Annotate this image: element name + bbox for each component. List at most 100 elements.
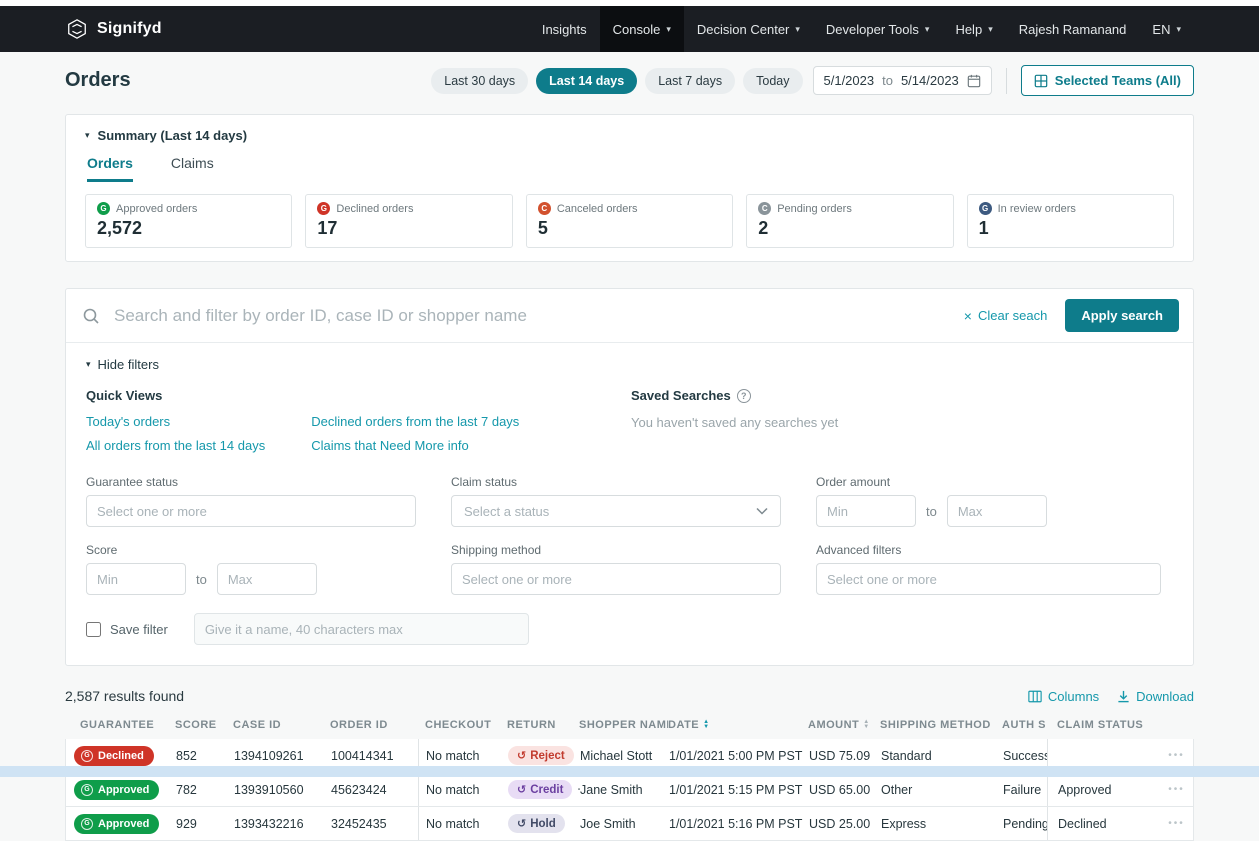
date-separator: to (882, 73, 893, 88)
collapse-arrow-icon: ▾ (85, 130, 90, 141)
stat-value: 2 (758, 218, 941, 239)
date-cell: 1/01/2021 5:16 PM PST (669, 817, 809, 831)
header-amount-sortable[interactable]: AMOUNT ▲▼ (808, 719, 880, 731)
header-claim-status: CLAIM STATUS (1047, 719, 1157, 731)
guarantee-g-icon: G (81, 750, 93, 762)
filters-area: ▾ Hide filters Quick Views Today's order… (66, 343, 1193, 665)
sort-icon[interactable]: ▲▼ (703, 720, 709, 730)
order-amount-min-input[interactable] (816, 495, 916, 527)
row-actions-menu[interactable]: ••• (1158, 818, 1195, 829)
table-row[interactable]: GApproved 929 1393432216 32452435 No mat… (65, 807, 1194, 841)
columns-button[interactable]: Columns (1028, 689, 1099, 704)
checkout-cell: No match (419, 817, 508, 831)
date-from[interactable]: 5/1/2023 (824, 73, 875, 88)
tab-orders[interactable]: Orders (87, 155, 133, 182)
nav-developer-tools[interactable]: Developer Tools▾ (813, 6, 943, 52)
return-credit-badge: ↺Credit (508, 780, 572, 799)
header-date-sortable[interactable]: DATE ▲▼ (668, 719, 808, 731)
brand-name: Signifyd (97, 20, 162, 38)
guarantee-declined-badge: GDeclined (74, 746, 154, 766)
signifyd-logo[interactable]: Signifyd (66, 18, 162, 40)
date-cell: 1/01/2021 5:15 PM PST (669, 783, 809, 797)
filter-name-input[interactable] (194, 613, 529, 645)
to-label: to (926, 504, 937, 519)
range-pill-last-30-days[interactable]: Last 30 days (431, 68, 528, 94)
nav-help[interactable]: Help▾ (942, 6, 1005, 52)
quick-view-all-orders-14-days[interactable]: All orders from the last 14 days (86, 438, 265, 453)
date-range-picker[interactable]: 5/1/2023 to 5/14/2023 (813, 66, 992, 95)
save-filter-checkbox[interactable] (86, 622, 101, 637)
guarantee-g-icon: G (81, 818, 93, 830)
shipping-method-label: Shipping method (451, 543, 781, 557)
nav-decision-center[interactable]: Decision Center▾ (684, 6, 813, 52)
guarantee-cell: GApproved (66, 780, 176, 800)
quick-view-claims-need-info[interactable]: Claims that Need More info (311, 438, 519, 453)
divider (1006, 68, 1007, 94)
clear-search-button[interactable]: × Clear seach (964, 308, 1048, 323)
claim-status-cell: Approved (1048, 783, 1158, 797)
info-icon[interactable]: ? (737, 389, 751, 403)
table-header-row: GUARANTEE SCORE CASE ID ORDER ID CHECKOU… (65, 712, 1194, 739)
guarantee-cell: GDeclined (66, 746, 176, 766)
download-button[interactable]: Download (1117, 689, 1194, 704)
score-min-input[interactable] (86, 563, 186, 595)
filter-grid: Guarantee status Claim status Select a s… (86, 475, 1173, 595)
guarantee-declined-icon: G (317, 202, 330, 215)
date-cell: 1/01/2021 5:00 PM PST (669, 749, 809, 763)
date-range-pills: Last 30 days Last 14 days Last 7 days To… (431, 68, 802, 94)
shipping-method-field: Shipping method (451, 543, 781, 595)
nav-console[interactable]: Console▾ (600, 6, 684, 52)
header-shipping-method: SHIPPING METHOD (880, 719, 1002, 731)
header-return: RETURN (507, 719, 579, 731)
summary-collapse-toggle[interactable]: ▾ Summary (Last 14 days) (85, 128, 1174, 143)
apply-search-button[interactable]: Apply search (1065, 299, 1179, 332)
guarantee-status-input[interactable] (86, 495, 416, 527)
sort-icon[interactable]: ▲▼ (863, 720, 869, 730)
quick-views: Quick Views Today's orders All orders fr… (86, 388, 631, 453)
search-panel: × Clear seach Apply search ▾ Hide filter… (65, 288, 1194, 666)
results-actions: Columns Download (1028, 689, 1194, 704)
nav-language[interactable]: EN▾ (1139, 6, 1194, 52)
advanced-filters-label: Advanced filters (816, 543, 1161, 557)
header-auth-status: AUTH S (1002, 719, 1047, 731)
range-pill-last-7-days[interactable]: Last 7 days (645, 68, 735, 94)
stat-value: 2,572 (97, 218, 280, 239)
range-pill-last-14-days[interactable]: Last 14 days (536, 68, 637, 94)
quick-view-todays-orders[interactable]: Today's orders (86, 414, 265, 429)
score-max-input[interactable] (217, 563, 317, 595)
return-icon: ↺ (517, 749, 526, 762)
chevron-down-icon (756, 507, 768, 515)
row-actions-menu[interactable]: ••• (1158, 784, 1195, 795)
header-case-id: CASE ID (233, 719, 330, 731)
order-amount-max-input[interactable] (947, 495, 1047, 527)
nav-insights[interactable]: Insights (529, 6, 600, 52)
header-order-id: ORDER ID (330, 719, 418, 731)
header-controls: Last 30 days Last 14 days Last 7 days To… (431, 65, 1194, 96)
range-pill-today[interactable]: Today (743, 68, 802, 94)
search-input[interactable] (112, 305, 952, 327)
stat-in-review-orders: GIn review orders 1 (967, 194, 1174, 248)
tab-claims[interactable]: Claims (171, 155, 214, 182)
row-actions-menu[interactable]: ••• (1158, 750, 1195, 761)
date-to[interactable]: 5/14/2023 (901, 73, 959, 88)
amount-cell: USD 25.00 (809, 817, 881, 831)
table-row[interactable]: GApproved 782 1393910560 45623424 No mat… (65, 773, 1194, 807)
quick-view-declined-7-days[interactable]: Declined orders from the last 7 days (311, 414, 519, 429)
order-amount-field: Order amount to (816, 475, 1161, 527)
claim-status-select[interactable]: Select a status (451, 495, 781, 527)
summary-stats: GApproved orders 2,572 GDeclined orders … (85, 194, 1174, 248)
horizontal-scrollbar[interactable] (0, 766, 1259, 777)
stat-canceled-orders: CCanceled orders 5 (526, 194, 733, 248)
advanced-filters-input[interactable] (816, 563, 1161, 595)
score-cell: 852 (176, 749, 234, 763)
shipping-method-input[interactable] (451, 563, 781, 595)
header-score: SCORE (175, 719, 233, 731)
save-filter-checkbox-label[interactable]: Save filter (86, 622, 168, 637)
canceled-icon: C (538, 202, 551, 215)
chevron-down-icon: ▾ (925, 24, 930, 35)
nav-user-name[interactable]: Rajesh Ramanand (1006, 6, 1140, 52)
header-shopper-name: SHOPPER NAME (579, 719, 668, 731)
selected-teams-button[interactable]: Selected Teams (All) (1021, 65, 1194, 96)
hide-filters-toggle[interactable]: ▾ Hide filters (86, 357, 1173, 372)
stat-value: 1 (979, 218, 1162, 239)
